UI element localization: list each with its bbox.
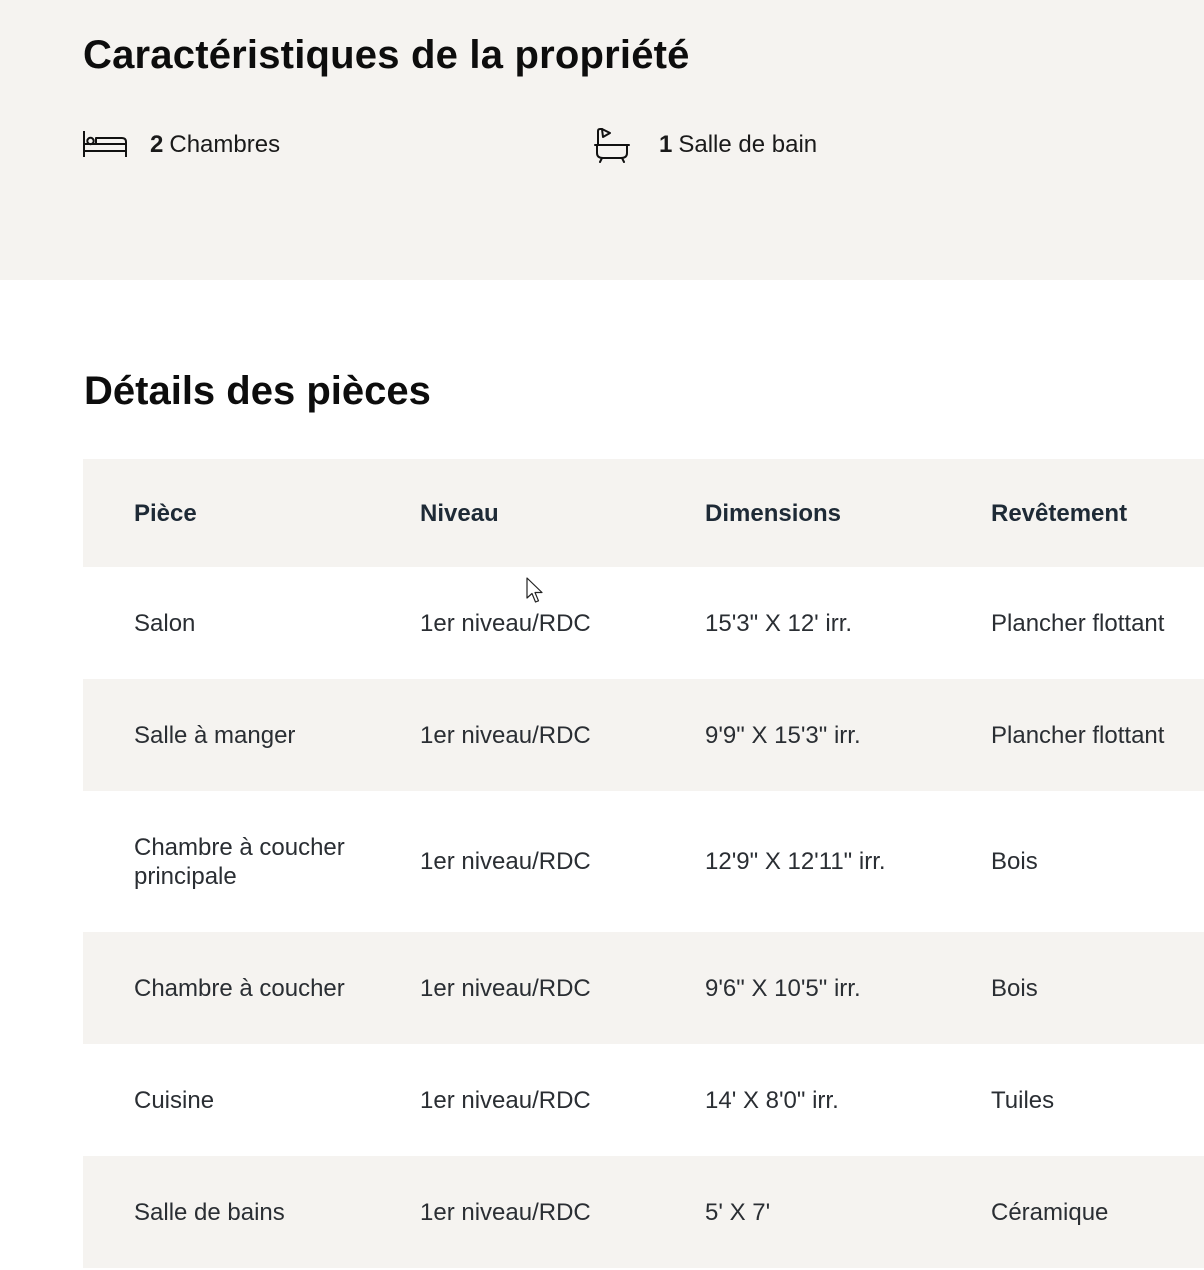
column-header-dimensions: Dimensions (705, 499, 842, 527)
room-name: Salle de bains (134, 1198, 285, 1226)
room-name: Salon (134, 609, 196, 637)
room-flooring: Plancher flottant (991, 609, 1165, 637)
room-flooring: Bois (991, 974, 1038, 1002)
room-dimensions: 9'6" X 10'5" irr. (705, 974, 861, 1002)
room-details-title: Détails des pièces (84, 369, 431, 413)
room-name: Cuisine (134, 1086, 215, 1114)
table-header-row: Pièce Niveau Dimensions Revêtement (83, 459, 1204, 567)
room-level: 1er niveau/RDC (420, 974, 591, 1002)
room-flooring: Bois (991, 848, 1038, 875)
bed-icon (82, 127, 128, 163)
room-dimensions: 15'3" X 12' irr. (705, 609, 853, 637)
table-row: Chambre à coucher principale 1er niveau/… (83, 791, 1204, 932)
bathrooms-feature: 1 Salle de bain (593, 122, 817, 168)
property-features-section: Caractéristiques de la propriété 2 Chamb… (0, 0, 1204, 280)
room-level: 1er niveau/RDC (420, 1086, 591, 1114)
room-level: 1er niveau/RDC (420, 609, 591, 637)
bedrooms-count: 2 (150, 131, 164, 158)
room-dimensions: 14' X 8'0" irr. (705, 1086, 839, 1114)
room-level: 1er niveau/RDC (420, 1198, 591, 1226)
features-title: Caractéristiques de la propriété (83, 33, 690, 77)
room-dimensions: 5' X 7' (705, 1198, 771, 1226)
room-level: 1er niveau/RDC (420, 848, 591, 875)
table-row: Salle à manger 1er niveau/RDC 9'9" X 15'… (83, 679, 1204, 791)
table-row: Chambre à coucher 1er niveau/RDC 9'6" X … (83, 932, 1204, 1044)
room-level: 1er niveau/RDC (420, 721, 591, 749)
bathtub-icon (593, 127, 631, 163)
room-name: Chambre à coucher principale (134, 833, 345, 890)
bathrooms-count: 1 (659, 131, 673, 158)
table-row: Salon 1er niveau/RDC 15'3" X 12' irr. Pl… (83, 567, 1204, 679)
bathrooms-label: Salle de bain (678, 131, 818, 158)
bedrooms-label: Chambres (169, 131, 281, 158)
column-header-room: Pièce (134, 499, 197, 527)
room-flooring: Tuiles (991, 1086, 1055, 1114)
room-dimensions: 9'9" X 15'3" irr. (705, 721, 861, 749)
column-header-flooring: Revêtement (991, 499, 1128, 527)
room-dimensions: 12'9" X 12'11" irr. (705, 848, 886, 875)
room-name: Salle à manger (134, 721, 296, 749)
room-flooring: Plancher flottant (991, 721, 1165, 749)
mouse-pointer-icon (526, 577, 546, 605)
table-row: Salle de bains 1er niveau/RDC 5' X 7' Cé… (83, 1156, 1204, 1268)
room-name: Chambre à coucher (134, 974, 345, 1002)
room-flooring: Céramique (991, 1198, 1109, 1226)
room-details-table: Pièce Niveau Dimensions Revêtement Salon… (83, 459, 1204, 1268)
table-row: Cuisine 1er niveau/RDC 14' X 8'0" irr. T… (83, 1044, 1204, 1156)
bedrooms-feature: 2 Chambres (82, 122, 280, 168)
column-header-level: Niveau (420, 499, 499, 527)
